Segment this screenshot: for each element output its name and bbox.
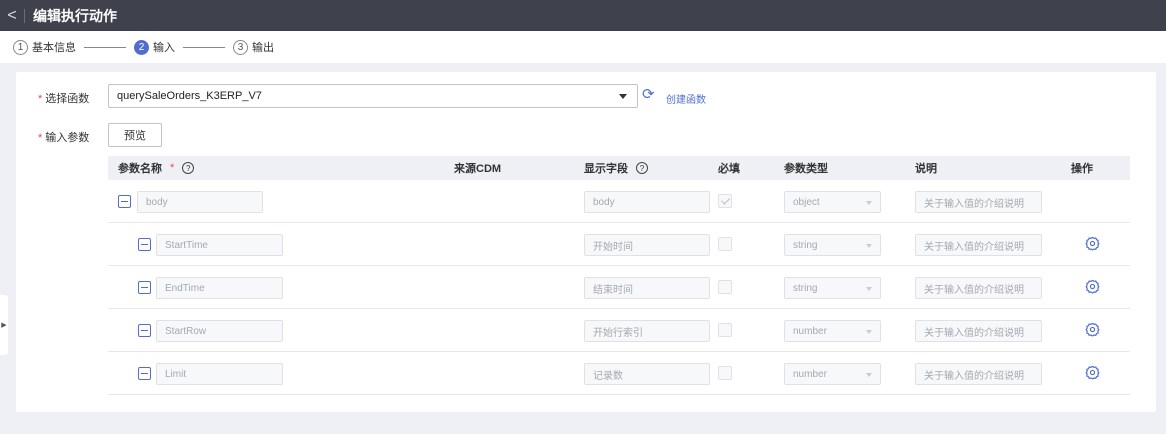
function-select-value: querySaleOrders_K3ERP_V7 [117, 90, 262, 102]
param-type-select[interactable]: string [784, 277, 881, 299]
display-field[interactable]: body [584, 191, 710, 213]
chevron-down-icon [866, 201, 872, 205]
refresh-icon[interactable]: ⟳ [642, 86, 655, 104]
header-display: 显示字段 ? [584, 156, 648, 180]
help-icon[interactable]: ? [636, 162, 648, 174]
step-number: 3 [233, 39, 248, 55]
table-row: body body object 关于输入值的介绍说明 [108, 180, 1130, 223]
back-button[interactable]: < [0, 0, 24, 31]
step-label: 基本信息 [32, 42, 76, 54]
step-connector [84, 46, 126, 48]
param-name-field[interactable]: body [137, 191, 263, 213]
header-name: 参数名称 * ? [118, 156, 195, 180]
step-number: 2 [134, 39, 149, 55]
params-label: * 输入参数 [38, 132, 90, 144]
param-type-select[interactable]: number [784, 320, 881, 342]
display-field[interactable]: 结束时间 [584, 277, 710, 299]
required-checkbox[interactable] [718, 194, 732, 208]
chevron-down-icon [866, 244, 872, 248]
form-card: * 选择函数 querySaleOrders_K3ERP_V7 ⟳ 创建函数 * 输… [16, 72, 1156, 412]
header-required: 必填 [718, 163, 740, 175]
required-marker: * [38, 93, 43, 105]
table-row: EndTime 结束时间 string 关于输入值的介绍说明 [108, 266, 1130, 309]
function-label: * 选择函数 [38, 93, 90, 105]
divider [24, 8, 25, 23]
description-field[interactable]: 关于输入值的介绍说明 [915, 234, 1042, 256]
header-source: 来源CDM [454, 163, 502, 175]
table-row: StartRow 开始行索引 number 关于输入值的介绍说明 [108, 309, 1130, 352]
collapse-icon[interactable] [138, 281, 151, 294]
chevron-down-icon [619, 94, 627, 99]
collapse-icon[interactable] [118, 195, 131, 208]
param-type-select[interactable]: object [784, 191, 881, 213]
param-name-field[interactable]: EndTime [156, 277, 283, 299]
step-indicator: 1 基本信息 2 输入 3 输出 [0, 31, 1166, 63]
param-name-field[interactable]: StartTime [156, 234, 283, 256]
params-table-header: 参数名称 * ? 来源CDM 显示字段 ? 必填 参数类型 说明 操作 [108, 156, 1130, 180]
create-function-link[interactable]: 创建函数 [666, 91, 706, 106]
function-select[interactable]: querySaleOrders_K3ERP_V7 [108, 84, 638, 108]
gear-icon[interactable] [1085, 279, 1100, 294]
param-type-select[interactable]: number [784, 363, 881, 385]
param-name-field[interactable]: StartRow [156, 320, 283, 342]
description-field[interactable]: 关于输入值的介绍说明 [915, 320, 1042, 342]
step-number: 1 [13, 39, 28, 55]
header-type: 参数类型 [784, 163, 828, 175]
display-field[interactable]: 记录数 [584, 363, 710, 385]
table-row: Limit 记录数 number 关于输入值的介绍说明 [108, 352, 1130, 395]
required-checkbox[interactable] [718, 366, 732, 380]
gear-icon[interactable] [1085, 322, 1100, 337]
description-field[interactable]: 关于输入值的介绍说明 [915, 363, 1042, 385]
param-type-select[interactable]: string [784, 234, 881, 256]
top-bar: < 编辑执行动作 [0, 0, 1166, 31]
help-icon[interactable]: ? [182, 162, 195, 174]
step-output: 3 输出 [233, 39, 274, 55]
description-field[interactable]: 关于输入值的介绍说明 [915, 277, 1042, 299]
sidebar-expand-handle[interactable]: ▶ [0, 295, 8, 355]
chevron-down-icon [866, 330, 872, 334]
step-label: 输入 [153, 42, 175, 54]
table-row: StartTime 开始时间 string 关于输入值的介绍说明 [108, 223, 1130, 266]
header-description: 说明 [915, 163, 937, 175]
display-field[interactable]: 开始行索引 [584, 320, 710, 342]
required-marker: * [170, 162, 175, 174]
gear-icon[interactable] [1085, 365, 1100, 380]
required-checkbox[interactable] [718, 280, 732, 294]
collapse-icon[interactable] [138, 324, 151, 337]
required-checkbox[interactable] [718, 237, 732, 251]
step-connector [183, 46, 225, 48]
preview-button[interactable]: 预览 [108, 123, 162, 147]
chevron-down-icon [866, 373, 872, 377]
step-label: 输出 [252, 42, 274, 54]
description-field[interactable]: 关于输入值的介绍说明 [915, 191, 1042, 213]
header-action: 操作 [1071, 163, 1093, 175]
param-name-field[interactable]: Limit [156, 363, 283, 385]
display-field[interactable]: 开始时间 [584, 234, 710, 256]
required-checkbox[interactable] [718, 323, 732, 337]
gear-icon[interactable] [1085, 236, 1100, 251]
step-input: 2 输入 [134, 39, 175, 55]
required-marker: * [38, 132, 43, 144]
collapse-icon[interactable] [138, 238, 151, 251]
collapse-icon[interactable] [138, 367, 151, 380]
chevron-down-icon [866, 287, 872, 291]
step-basic-info: 1 基本信息 [13, 39, 76, 55]
page-title: 编辑执行动作 [33, 7, 117, 24]
